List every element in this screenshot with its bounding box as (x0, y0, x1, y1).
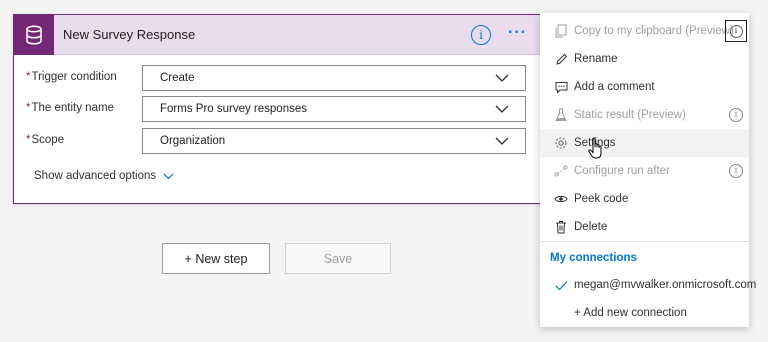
flask-icon (554, 108, 568, 122)
entity-name-dropdown[interactable]: Forms Pro survey responses (142, 96, 526, 122)
menu-item-peek-code[interactable]: Peek code (540, 185, 749, 213)
menu-item-label: Copy to my clipboard (Preview) (574, 25, 734, 37)
my-connections-heading: My connections (550, 252, 637, 264)
info-icon[interactable]: i (729, 108, 743, 122)
advanced-options-label: Show advanced options (34, 170, 157, 182)
menu-item-settings[interactable]: Settings (540, 129, 749, 157)
pencil-icon (554, 52, 568, 66)
menu-item-rename[interactable]: Rename (540, 45, 749, 73)
info-icon[interactable]: i (471, 25, 491, 45)
info-icon[interactable]: i (725, 20, 747, 42)
field-label: *Scope (26, 134, 64, 146)
field-row-trigger-condition: *Trigger condition Create (14, 65, 540, 91)
card-header[interactable]: New Survey Response i ··· (14, 14, 540, 55)
menu-item-delete[interactable]: Delete (540, 213, 749, 241)
add-connection-label: + Add new connection (574, 307, 687, 319)
add-new-connection[interactable]: + Add new connection (540, 299, 749, 327)
menu-item-label: Static result (Preview) (574, 109, 686, 121)
required-mark: * (26, 134, 31, 146)
dropdown-value: Create (160, 72, 195, 84)
menu-item-add-comment[interactable]: Add a comment (540, 73, 749, 101)
comment-icon (554, 80, 568, 94)
menu-item-copy-to-clipboard[interactable]: Copy to my clipboard (Preview) i (540, 17, 749, 45)
field-label-text: Trigger condition (31, 71, 117, 83)
field-label-text: The entity name (31, 102, 114, 114)
show-advanced-options[interactable]: Show advanced options (34, 170, 174, 182)
new-step-button[interactable]: + New step (162, 243, 270, 274)
scope-dropdown[interactable]: Organization (142, 128, 526, 154)
trigger-condition-dropdown[interactable]: Create (142, 65, 526, 91)
ellipsis-icon[interactable]: ··· (508, 24, 527, 42)
field-label: *Trigger condition (26, 71, 117, 83)
dropdown-value: Forms Pro survey responses (160, 103, 307, 115)
menu-item-label: Add a comment (574, 81, 655, 93)
save-button[interactable]: Save (285, 243, 391, 274)
chevron-down-icon (495, 105, 509, 113)
field-label-text: Scope (31, 134, 65, 146)
required-mark: * (26, 102, 31, 114)
menu-divider (540, 241, 749, 242)
trash-icon (554, 220, 568, 234)
menu-item-static-result[interactable]: Static result (Preview) i (540, 101, 749, 129)
connection-item[interactable]: megan@mvwalker.onmicrosoft.com (540, 271, 756, 299)
menu-item-label: Delete (574, 221, 608, 233)
menu-item-label: Rename (574, 53, 618, 65)
chevron-down-icon (495, 137, 509, 145)
chevron-down-icon (163, 173, 174, 179)
checkmark-icon (554, 278, 568, 292)
trigger-card: New Survey Response i ··· *Trigger condi… (13, 14, 541, 204)
dropdown-value: Organization (160, 135, 226, 147)
action-context-menu: Copy to my clipboard (Preview) i Rename … (540, 13, 756, 327)
field-label: *The entity name (26, 102, 114, 114)
required-mark: * (26, 71, 31, 83)
card-title[interactable]: New Survey Response (63, 27, 195, 42)
field-row-scope: *Scope Organization (14, 128, 540, 154)
database-icon (14, 14, 54, 55)
hand-cursor-icon (588, 137, 602, 159)
menu-item-label: Configure run after (574, 165, 670, 177)
chevron-down-icon (495, 74, 509, 82)
info-icon[interactable]: i (729, 164, 743, 178)
menu-item-label: Peek code (574, 193, 629, 205)
gear-icon (554, 136, 568, 150)
menu-item-configure-run-after[interactable]: Configure run after i (540, 157, 749, 185)
eye-icon (554, 192, 568, 206)
connection-account: megan@mvwalker.onmicrosoft.com (574, 279, 757, 291)
run-after-icon (554, 164, 568, 178)
field-row-entity-name: *The entity name Forms Pro survey respon… (14, 96, 540, 122)
copy-icon (554, 24, 568, 38)
